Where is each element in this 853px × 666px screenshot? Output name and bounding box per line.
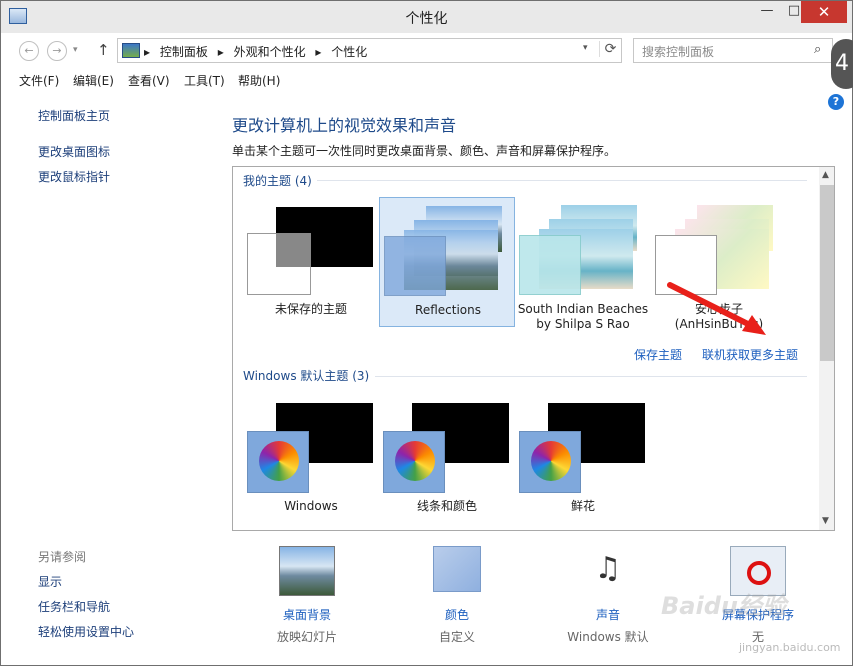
sidebar-item-ease-of-access[interactable]: 轻松使用设置中心 (38, 623, 134, 640)
theme-windows[interactable]: Windows (243, 397, 379, 527)
breadcrumb: ▸ 控制面板 ▸ 外观和个性化 ▸ 个性化 (144, 43, 373, 60)
desktop-background-icon (279, 546, 335, 596)
theme-flowers[interactable]: 鲜花 (515, 397, 651, 527)
step-badge: 4 (831, 39, 853, 89)
sound-value: Windows 默认 (567, 630, 649, 644)
red-arrow-annotation (667, 282, 766, 335)
save-theme-link[interactable]: 保存主题 (634, 346, 682, 363)
sound-link[interactable]: 声音 (548, 606, 668, 623)
breadcrumb-personalization[interactable]: 个性化 (331, 45, 367, 59)
theme-preview-window (384, 236, 446, 296)
theme-author: by Shilpa S Rao (536, 317, 630, 331)
minimize-button[interactable]: — (752, 1, 782, 23)
breadcrumb-appearance[interactable]: 外观和个性化 (234, 45, 306, 59)
menu-bar: 文件(F) 编辑(E) 查看(V) 工具(T) 帮助(H) (1, 68, 852, 92)
color-swatch-icon (433, 546, 481, 592)
color-fan-icon (531, 441, 571, 481)
breadcrumb-separator[interactable]: ▸ (218, 45, 224, 59)
baidu-watermark-url: jingyan.baidu.com (739, 641, 841, 654)
my-themes-title: 我的主题 (4) (243, 174, 312, 188)
address-dropdown-icon[interactable]: ▾ (583, 43, 588, 53)
theme-south-indian-beaches[interactable]: South Indian Beaches by Shilpa S Rao (515, 197, 651, 331)
control-panel-icon (122, 43, 140, 58)
title-bar: 个性化 — □ ✕ (1, 1, 852, 33)
get-more-themes-link[interactable]: 联机获取更多主题 (702, 346, 798, 363)
refresh-icon[interactable]: ⟳ (599, 41, 621, 57)
color-value: 自定义 (438, 630, 475, 644)
breadcrumb-separator[interactable]: ▸ (144, 45, 150, 59)
theme-gallery: 我的主题 (4) 未保存的主题 Reflections South Indian… (232, 166, 835, 531)
scroll-down-icon[interactable]: ▼ (822, 516, 829, 526)
menu-help[interactable]: 帮助(H) (238, 72, 280, 89)
scroll-up-icon[interactable]: ▲ (822, 170, 829, 180)
color-fan-icon (395, 441, 435, 481)
theme-lines-and-colors[interactable]: 线条和颜色 (379, 397, 515, 527)
back-button[interactable]: ← (19, 41, 39, 61)
theme-unsaved[interactable]: 未保存的主题 (243, 197, 379, 327)
theme-name: 未保存的主题 (274, 302, 347, 316)
sidebar: 控制面板主页 更改桌面图标 更改鼠标指针 另请参阅 显示 任务栏和导航 轻松使用… (1, 93, 231, 665)
recent-locations-dropdown[interactable]: ▾ (73, 45, 78, 55)
theme-name: 线条和颜色 (416, 499, 477, 513)
scrollbar-thumb[interactable] (820, 185, 834, 361)
menu-view[interactable]: 查看(V) (128, 72, 170, 89)
sidebar-item-display[interactable]: 显示 (38, 573, 62, 590)
theme-name: Windows (284, 499, 338, 513)
close-button[interactable]: ✕ (801, 1, 847, 23)
search-placeholder: 搜索控制面板 (642, 45, 715, 59)
color-link[interactable]: 颜色 (397, 606, 517, 623)
menu-tools[interactable]: 工具(T) (184, 72, 225, 89)
sound-icon: ♫ (594, 551, 622, 586)
sidebar-item-mouse-pointers[interactable]: 更改鼠标指针 (38, 168, 110, 185)
theme-name: Reflections (415, 303, 481, 317)
search-icon[interactable]: ⌕ (814, 42, 821, 57)
theme-name: 鲜花 (570, 499, 595, 513)
forward-button[interactable]: → (47, 41, 67, 61)
default-themes-title: Windows 默认主题 (3) (243, 369, 370, 383)
see-also-title: 另请参阅 (38, 550, 87, 564)
menu-edit[interactable]: 编辑(E) (73, 72, 114, 89)
search-input[interactable]: 搜索控制面板 ⌕ (633, 38, 833, 63)
baidu-watermark: Baidu经验 (661, 592, 786, 620)
section-divider (375, 376, 807, 377)
desktop-background-value: 放映幻灯片 (276, 630, 337, 644)
window-title: 个性化 (405, 11, 448, 27)
page-description: 单击某个主题可一次性同时更改桌面背景、颜色、声音和屏幕保护程序。 (232, 144, 617, 158)
address-bar[interactable]: ▸ 控制面板 ▸ 外观和个性化 ▸ 个性化 ▾ ⟳ (117, 38, 622, 63)
menu-file[interactable]: 文件(F) (19, 72, 59, 89)
personalization-window: 个性化 — □ ✕ ← → ▾ ↑ ▸ 控制面板 ▸ 外观和个性化 ▸ 个性化 … (0, 0, 853, 666)
page-title: 更改计算机上的视觉效果和声音 (232, 116, 457, 135)
up-button[interactable]: ↑ (97, 41, 110, 59)
breadcrumb-separator[interactable]: ▸ (315, 45, 321, 59)
theme-reflections[interactable]: Reflections (379, 197, 515, 327)
desktop-background-link[interactable]: 桌面背景 (247, 606, 367, 623)
sidebar-item-taskbar[interactable]: 任务栏和导航 (38, 598, 110, 615)
sidebar-item-control-panel-home[interactable]: 控制面板主页 (38, 107, 110, 124)
theme-preview-window (519, 235, 581, 295)
help-icon[interactable]: ? (828, 94, 844, 110)
sidebar-item-desktop-icons[interactable]: 更改桌面图标 (38, 143, 110, 160)
color-fan-icon (259, 441, 299, 481)
theme-name: South Indian Beaches (517, 302, 649, 316)
theme-preview-overlap (276, 233, 311, 267)
no-screensaver-icon (747, 561, 771, 585)
breadcrumb-control-panel[interactable]: 控制面板 (160, 45, 208, 59)
navigation-bar: ← → ▾ ↑ ▸ 控制面板 ▸ 外观和个性化 ▸ 个性化 ▾ ⟳ 搜索控制面板… (1, 33, 852, 67)
section-divider (317, 180, 807, 181)
